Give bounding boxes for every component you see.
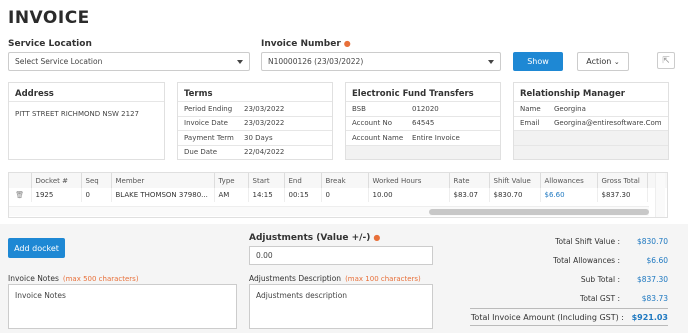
allowances-link[interactable]: $6.60 — [540, 188, 598, 202]
invoice-notes-label: Invoice Notes (max 500 characters) — [8, 274, 139, 283]
total-gst-row: Total GST : $83.73 — [580, 294, 668, 303]
invoice-number-label: Invoice Number ● — [261, 39, 351, 49]
docket-table: Docket # Seq Member Type Start End Break… — [8, 172, 668, 218]
manager-card: Relationship Manager Name Georgina Email G… — [513, 82, 669, 160]
total-shift-row: Total Shift Value : $830.70 — [555, 237, 668, 246]
column-header[interactable]: Worked Hours — [368, 173, 450, 188]
total-allowances-row: Total Allowances : $6.60 — [553, 256, 668, 265]
service-location-value: Select Service Location — [15, 57, 103, 66]
column-header[interactable]: Shift Value — [489, 173, 541, 188]
show-button[interactable]: Show — [513, 52, 563, 71]
table-row[interactable]: 🗑 1925 0 BLAKE THOMSON 37980... AM 14:15… — [9, 188, 667, 202]
terms-row: Payment Term 30 Days — [178, 130, 332, 145]
terms-row: Due Date 22/04/2022 — [178, 144, 332, 160]
column-header[interactable]: Break — [321, 173, 369, 188]
service-location-label: Service Location — [8, 39, 92, 49]
column-header[interactable]: Type — [214, 173, 249, 188]
trash-icon[interactable]: 🗑 — [9, 188, 32, 202]
page-title: INVOICE — [8, 8, 90, 28]
address-value: PITT STREET RICHMOND NSW 2127 — [9, 101, 164, 126]
terms-row: Period Ending 23/03/2022 — [178, 101, 332, 116]
chevron-down-icon — [488, 59, 494, 64]
eft-card: Electronic Fund Transfers BSB 012020 Acco… — [345, 82, 501, 160]
chevron-down-icon: ⌄ — [613, 57, 620, 66]
terms-title: Terms — [184, 89, 213, 99]
manager-row: Name Georgina — [514, 101, 668, 116]
invoice-number-select[interactable]: N10000126 (23/03/2022) — [261, 52, 501, 71]
totals-panel: Total Shift Value : $830.70 Total Allowan… — [470, 232, 668, 326]
adjustments-label: Adjustments (Value +/-) ● — [249, 233, 381, 243]
column-header[interactable]: Gross Total — [597, 173, 648, 188]
total-invoice-row: Total Invoice Amount (Including GST) : $9… — [470, 308, 668, 326]
adjustments-input[interactable]: 0.00 — [249, 246, 433, 265]
eft-title: Electronic Fund Transfers — [352, 89, 474, 99]
column-header[interactable]: Allowances — [540, 173, 598, 188]
column-header[interactable]: Seq — [81, 173, 112, 188]
column-header[interactable]: Docket # — [31, 173, 82, 188]
sub-total-row: Sub Total : $837.30 — [580, 275, 668, 284]
eft-row: BSB 012020 — [346, 101, 500, 116]
action-button[interactable]: Action ⌄ — [577, 52, 629, 71]
expand-icon[interactable]: ⇱ — [657, 52, 675, 69]
horizontal-scrollbar[interactable] — [9, 206, 649, 216]
invoice-notes-textarea[interactable]: Invoice Notes — [8, 284, 237, 329]
invoice-number-value: N10000126 (23/03/2022) — [268, 57, 364, 66]
terms-card: Terms Period Ending 23/03/2022 Invoice Da… — [177, 82, 333, 160]
eft-row: Account Name Entire Invoice — [346, 130, 500, 145]
column-header[interactable]: Member — [111, 173, 215, 188]
vertical-scrollbar[interactable] — [655, 173, 665, 217]
adjustments-description-label: Adjustments Description (max 100 characte… — [249, 274, 421, 283]
column-header[interactable]: Start — [248, 173, 285, 188]
column-header[interactable]: End — [284, 173, 322, 188]
service-location-select[interactable]: Select Service Location — [8, 52, 250, 71]
adjustments-description-textarea[interactable]: Adjustments description — [249, 284, 433, 329]
address-title: Address — [15, 89, 54, 99]
scrollbar-thumb[interactable] — [429, 209, 649, 215]
chevron-down-icon — [237, 59, 243, 64]
manager-title: Relationship Manager — [520, 89, 625, 99]
address-card: Address PITT STREET RICHMOND NSW 2127 — [8, 82, 165, 160]
column-header[interactable]: Rate — [449, 173, 490, 188]
table-header-row: Docket # Seq Member Type Start End Break… — [9, 173, 667, 188]
add-docket-button[interactable]: Add docket — [8, 238, 65, 258]
eft-row: Account No 64545 — [346, 115, 500, 131]
terms-row: Invoice Date 23/03/2022 — [178, 115, 332, 131]
manager-row: Email Georgina@entiresoftware.Com — [514, 115, 668, 131]
